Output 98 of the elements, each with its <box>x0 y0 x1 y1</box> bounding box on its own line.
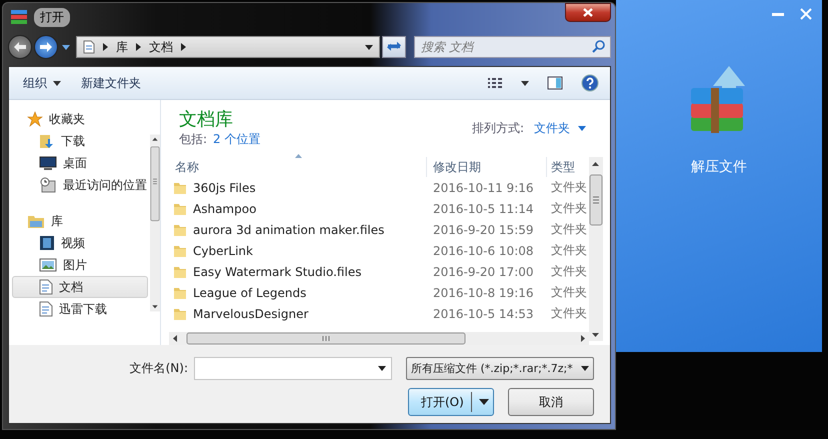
refresh-button[interactable] <box>382 36 406 58</box>
sort-dropdown[interactable]: 文件夹 <box>534 120 586 137</box>
chevron-icon <box>181 43 186 51</box>
address-dropdown[interactable] <box>365 44 373 50</box>
sidebar-item[interactable]: 库 <box>12 210 148 232</box>
star-icon <box>27 111 43 127</box>
type-cell-text: 文件夹 <box>550 305 588 322</box>
close-button[interactable] <box>565 3 611 22</box>
library-folder-icon <box>27 213 45 229</box>
left-arrow-icon <box>13 41 27 53</box>
document-icon <box>39 279 53 295</box>
date-cell-text: 2016-10-5 11:14 <box>432 202 534 216</box>
document-icon <box>83 40 95 54</box>
search-icon <box>592 40 605 53</box>
search-field[interactable]: 搜索 文档 <box>414 36 611 58</box>
horizontal-scrollbar[interactable] <box>169 332 589 345</box>
date-cell-text: 2016-9-20 17:00 <box>432 264 534 278</box>
back-button[interactable] <box>8 35 32 59</box>
monitor-icon <box>39 156 57 170</box>
column-header[interactable]: 修改日期 <box>427 157 547 177</box>
help-icon <box>581 74 599 92</box>
chevron-icon <box>136 43 141 51</box>
sidebar-item[interactable]: 最近访问的位置 <box>12 174 148 196</box>
folder-icon <box>173 306 187 320</box>
file-name-field[interactable] <box>194 357 392 380</box>
column-header[interactable]: 类型 <box>547 157 589 177</box>
caret-icon <box>581 366 589 371</box>
organize-menu[interactable]: 组织 <box>19 72 65 94</box>
sidebar-item[interactable]: 图片 <box>12 254 148 276</box>
new-folder-button[interactable]: 新建文件夹 <box>77 72 145 94</box>
file-type-dropdown[interactable]: 所有压缩文件 (*.zip;*.rar;*.7z;* <box>406 357 594 380</box>
vertical-scrollbar[interactable] <box>589 157 603 341</box>
folder-icon <box>173 222 187 236</box>
file-name[interactable]: League of Legends <box>193 286 306 300</box>
picture-icon <box>39 258 57 272</box>
type-cell-text: 文件夹 <box>550 200 588 217</box>
sidebar-item[interactable]: 文档 <box>12 276 148 298</box>
history-dropdown[interactable] <box>60 44 72 50</box>
sidebar-item[interactable]: 迅雷下载 <box>12 298 148 320</box>
right-arrow-icon <box>39 41 53 53</box>
date-cell-text: 2016-9-20 15:59 <box>432 222 534 236</box>
document-icon <box>39 301 53 317</box>
sidebar-item[interactable]: 视频 <box>12 232 148 254</box>
chevron-icon <box>103 43 108 51</box>
cancel-button[interactable]: 取消 <box>508 388 594 416</box>
folder-icon <box>173 244 187 258</box>
caret-icon <box>378 366 386 371</box>
breadcrumb[interactable]: 库 <box>116 38 128 56</box>
file-name[interactable]: CyberLink <box>193 244 253 258</box>
type-cell-text: 文件夹 <box>550 263 588 280</box>
caret-icon <box>578 126 586 131</box>
preview-pane-icon <box>547 76 563 90</box>
books-icon <box>10 9 28 25</box>
caret-icon <box>521 80 529 86</box>
caret-icon <box>53 80 61 86</box>
open-button[interactable]: 打开(O) <box>408 388 494 416</box>
file-name[interactable]: Easy Watermark Studio.files <box>193 264 362 278</box>
date-cell-text: 2016-10-5 14:53 <box>432 306 534 320</box>
file-name[interactable]: aurora 3d animation maker.files <box>193 222 384 236</box>
download-folder-icon <box>39 133 55 149</box>
folder-icon <box>173 202 187 216</box>
close-icon[interactable] <box>800 8 812 20</box>
file-name[interactable]: Ashampoo <box>193 202 256 216</box>
sidebar-item[interactable]: 下载 <box>12 130 148 152</box>
library-title: 文档库 <box>179 109 234 131</box>
date-cell-text: 2016-10-6 10:08 <box>432 244 534 258</box>
file-name[interactable]: MarvelousDesigner <box>193 306 308 320</box>
type-cell-text: 文件夹 <box>550 242 588 259</box>
file-name-label: 文件名(N): <box>130 360 188 377</box>
caret-icon <box>479 399 489 405</box>
file-name[interactable]: 360js Files <box>193 180 256 194</box>
minimize-icon[interactable] <box>772 12 784 16</box>
caret-icon <box>62 44 70 50</box>
folder-icon <box>173 180 187 194</box>
date-cell-text: 2016-10-11 9:16 <box>432 180 534 194</box>
folder-icon <box>173 264 187 278</box>
locations-link[interactable]: 2 个位置 <box>213 131 260 148</box>
view-dropdown[interactable] <box>518 78 532 88</box>
column-header[interactable]: 名称 <box>169 157 427 177</box>
sort-label: 排列方式: <box>472 120 524 137</box>
type-cell-text: 文件夹 <box>550 179 588 196</box>
address-bar[interactable]: 库 文档 <box>76 36 380 58</box>
window-title: 打开 <box>34 8 70 26</box>
type-cell-text: 文件夹 <box>550 221 588 238</box>
close-icon <box>583 8 593 17</box>
sort-arrow-icon <box>295 154 302 158</box>
forward-button[interactable] <box>34 35 58 59</box>
breadcrumb[interactable]: 文档 <box>149 38 173 56</box>
sidebar-item[interactable]: 收藏夹 <box>12 108 148 130</box>
sidebar-item[interactable]: 桌面 <box>12 152 148 174</box>
file-name-dropdown[interactable] <box>378 366 386 371</box>
folder-icon <box>173 286 187 300</box>
caret-icon <box>365 44 373 50</box>
date-cell-text: 2016-10-8 19:16 <box>432 286 534 300</box>
clock-folder-icon <box>39 177 57 193</box>
includes-label: 包括: <box>179 131 208 148</box>
type-cell-text: 文件夹 <box>550 284 588 301</box>
list-view-icon <box>487 77 503 89</box>
